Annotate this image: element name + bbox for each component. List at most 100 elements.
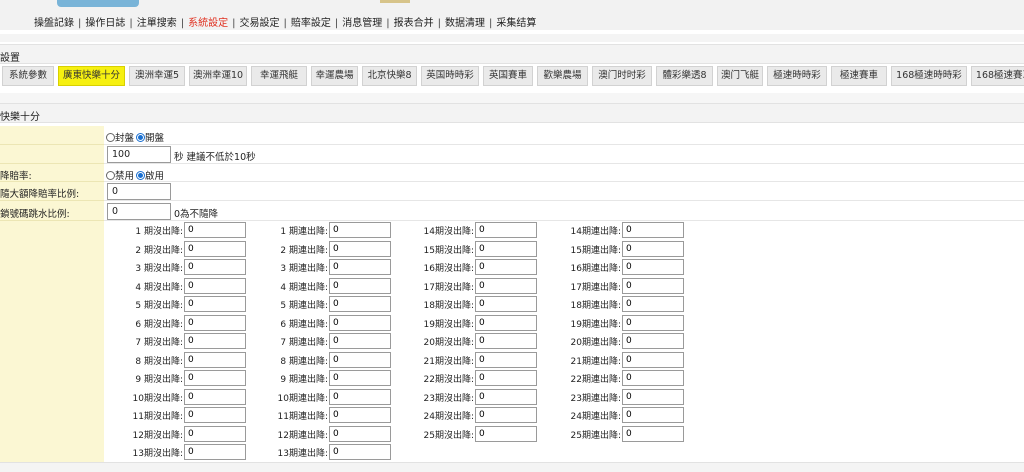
period-input[interactable] <box>475 314 537 331</box>
period-input[interactable] <box>622 240 684 257</box>
period-input[interactable] <box>475 259 537 275</box>
period-input[interactable] <box>622 407 684 423</box>
game-tab[interactable]: 幸運農場 <box>311 66 358 86</box>
period-input[interactable] <box>475 296 537 312</box>
period-input[interactable] <box>622 351 684 368</box>
period-setting: 24期沒出降: <box>424 407 537 423</box>
period-input[interactable] <box>329 333 391 349</box>
nav-item[interactable]: 系統設定 <box>188 14 228 29</box>
nav-item[interactable]: 消息管理 <box>342 14 382 29</box>
game-tab[interactable]: 幸運飛艇 <box>251 66 307 86</box>
period-input[interactable] <box>184 407 246 423</box>
game-tab[interactable]: 英国時時彩 <box>421 66 479 86</box>
period-input[interactable] <box>475 370 537 386</box>
period-label: 9 期沒出降: <box>135 375 183 385</box>
period-label: 12期連出降: <box>277 430 329 441</box>
game-tab[interactable]: 體彩樂透8 <box>656 66 713 86</box>
period-input[interactable] <box>622 425 684 442</box>
nav-item[interactable]: 采集结算 <box>496 14 536 29</box>
period-input[interactable] <box>475 407 537 423</box>
interval-input[interactable] <box>107 146 171 163</box>
period-input[interactable] <box>622 388 684 405</box>
period-label: 21期連出降: <box>570 356 622 367</box>
period-input[interactable] <box>475 425 537 442</box>
period-input[interactable] <box>329 407 391 423</box>
period-input[interactable] <box>329 277 391 294</box>
period-input[interactable] <box>475 277 537 294</box>
open-radio[interactable] <box>136 133 146 142</box>
game-tab[interactable]: 系統參數 <box>2 66 54 86</box>
period-input[interactable] <box>329 351 391 368</box>
period-setting: 22期連出降: <box>571 370 684 386</box>
game-tab[interactable]: 澳洲幸運10 <box>189 66 247 86</box>
period-label: 17期連出降: <box>570 282 622 293</box>
period-input[interactable] <box>475 351 537 368</box>
nav-item[interactable]: 数据清理 <box>445 14 485 29</box>
enable-radio[interactable] <box>136 171 146 180</box>
period-input[interactable] <box>184 314 246 331</box>
nav-item[interactable]: 报表合并 <box>394 14 434 29</box>
game-tab[interactable]: 歡樂農場 <box>537 66 588 86</box>
period-input[interactable] <box>329 444 391 460</box>
game-tab[interactable]: 澳门时时彩 <box>592 66 652 86</box>
game-tab[interactable]: 極速時時彩 <box>767 66 827 86</box>
period-input[interactable] <box>622 277 684 294</box>
game-tab[interactable]: 廣東快樂十分 <box>58 66 125 86</box>
period-input[interactable] <box>329 240 391 257</box>
period-input[interactable] <box>475 388 537 405</box>
period-input[interactable] <box>622 222 684 238</box>
nav-item[interactable]: 操盤記錄 <box>34 14 74 29</box>
nav-item[interactable]: 交易設定 <box>240 14 280 29</box>
period-setting: 10期連出降: <box>278 388 391 405</box>
period-input[interactable] <box>184 222 246 238</box>
period-input[interactable] <box>184 351 246 368</box>
game-tab[interactable]: 168極速時時彩 <box>891 66 967 86</box>
game-tab[interactable]: 澳洲幸運5 <box>129 66 185 86</box>
period-input[interactable] <box>184 425 246 442</box>
odds-drop-value-cell: 禁用 啟用 <box>104 164 1024 182</box>
period-input[interactable] <box>184 333 246 349</box>
period-label: 11期連出降: <box>277 412 329 422</box>
period-input[interactable] <box>184 277 246 294</box>
game-tab[interactable]: 極速賽車 <box>831 66 887 86</box>
period-input[interactable] <box>329 296 391 312</box>
game-tab[interactable]: 英国賽車 <box>483 66 533 86</box>
game-tab[interactable]: 168極速賽車 <box>971 66 1024 86</box>
period-input[interactable] <box>329 314 391 331</box>
game-tab[interactable]: 澳门飞艇 <box>717 66 763 86</box>
nav-item[interactable]: 注單搜索 <box>137 14 177 29</box>
period-input[interactable] <box>184 370 246 386</box>
period-input[interactable] <box>329 370 391 386</box>
closed-radio[interactable] <box>106 133 115 142</box>
period-input[interactable] <box>184 444 246 460</box>
period-label: 22期沒出降: <box>423 375 475 385</box>
period-setting: 8 期沒出降: <box>135 351 246 368</box>
nav-item[interactable]: 賠率設定 <box>291 14 331 29</box>
period-input[interactable] <box>184 296 246 312</box>
period-input[interactable] <box>622 370 684 386</box>
period-input[interactable] <box>475 240 537 257</box>
period-input[interactable] <box>184 259 246 275</box>
period-setting: 11期連出降: <box>278 407 391 423</box>
period-label: 16期沒出降: <box>423 264 475 274</box>
disable-radio[interactable] <box>106 171 115 180</box>
odds-drop-label: 降賠率: <box>0 171 32 182</box>
period-input[interactable] <box>329 222 391 238</box>
period-setting: 9 期連出降: <box>280 370 391 386</box>
period-input[interactable] <box>622 296 684 312</box>
period-input[interactable] <box>622 333 684 349</box>
period-input[interactable] <box>622 314 684 331</box>
nav-item[interactable]: 操作日誌 <box>85 14 125 29</box>
period-input[interactable] <box>184 240 246 257</box>
period-input[interactable] <box>329 425 391 442</box>
period-input[interactable] <box>329 388 391 405</box>
period-input[interactable] <box>184 388 246 405</box>
period-input[interactable] <box>622 259 684 275</box>
drop-ratio-input[interactable] <box>107 183 171 200</box>
period-input[interactable] <box>475 333 537 349</box>
period-setting: 5 期連出降: <box>280 296 391 312</box>
period-input[interactable] <box>475 222 537 238</box>
game-tab[interactable]: 北京快樂8 <box>362 66 417 86</box>
code-drop-input[interactable] <box>107 203 171 220</box>
period-input[interactable] <box>329 259 391 275</box>
